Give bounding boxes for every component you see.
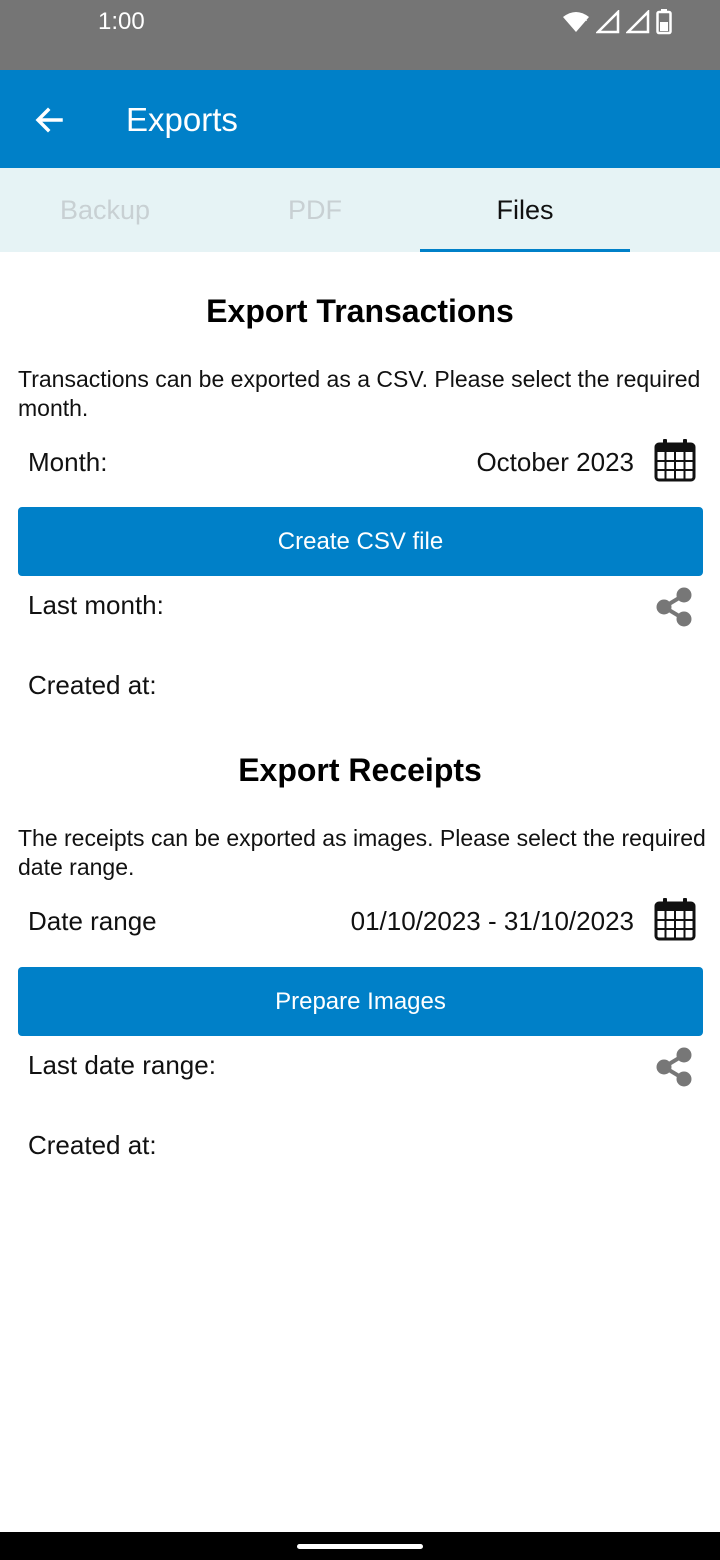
status-icons: x (562, 9, 672, 35)
navigation-bar (0, 1532, 720, 1560)
prepare-images-button[interactable]: Prepare Images (18, 967, 703, 1036)
create-csv-button[interactable]: Create CSV file (18, 507, 703, 576)
app-bar: Exports (0, 70, 720, 168)
status-bar: 1:00 x (0, 0, 720, 70)
signal-icon (596, 10, 620, 34)
page-title: Exports (126, 101, 238, 138)
signal-icon (626, 10, 650, 34)
back-button[interactable] (24, 95, 74, 145)
tab-backup[interactable]: Backup (0, 168, 210, 252)
transactions-created-label: Created at: (28, 670, 157, 700)
month-value[interactable]: October 2023 (476, 447, 634, 478)
last-month-label: Last month: (28, 590, 164, 620)
share-icon[interactable] (654, 1047, 694, 1087)
date-range-value[interactable]: 01/10/2023 - 31/10/2023 (351, 906, 634, 937)
calendar-icon[interactable] (654, 438, 696, 482)
receipts-created-label: Created at: (28, 1130, 157, 1160)
wifi-icon: x (563, 12, 589, 32)
last-date-range-label: Last date range: (28, 1050, 216, 1080)
transactions-description: Transactions can be exported as a CSV. P… (18, 366, 701, 421)
calendar-icon[interactable] (654, 897, 696, 941)
date-range-label: Date range (28, 906, 157, 936)
status-time: 1:00 (98, 8, 145, 35)
month-label: Month: (28, 447, 108, 477)
tab-files[interactable]: Files (420, 168, 630, 252)
receipts-description: The receipts can be exported as images. … (18, 825, 706, 880)
receipts-section-title: Export Receipts (238, 752, 482, 788)
tab-bar: Backup PDF Files (0, 168, 720, 252)
transactions-section-title: Export Transactions (206, 293, 514, 329)
arrow-left-icon (35, 107, 63, 133)
home-handle[interactable] (297, 1544, 423, 1549)
share-icon[interactable] (654, 587, 694, 627)
battery-icon (656, 9, 672, 35)
svg-text:x: x (582, 14, 588, 24)
tab-pdf[interactable]: PDF (210, 168, 420, 252)
